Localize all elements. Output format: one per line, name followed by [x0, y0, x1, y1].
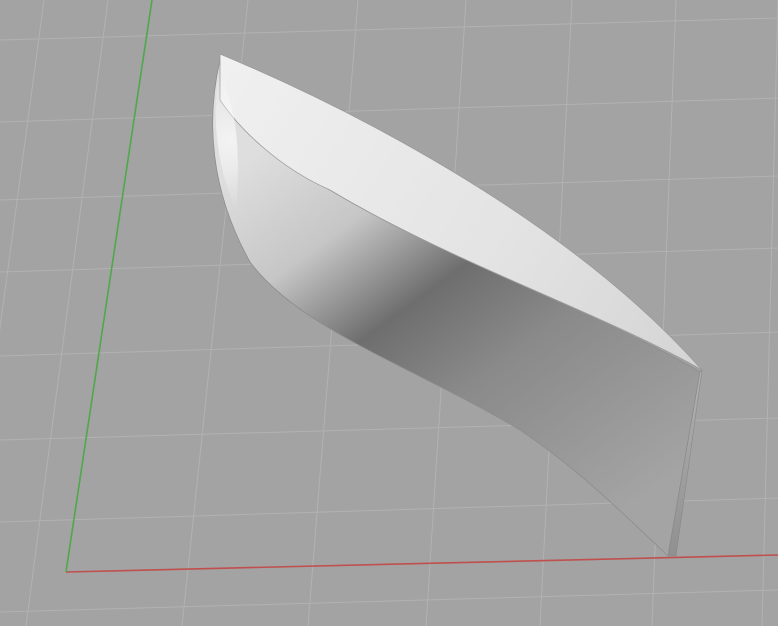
- grid-line: [0, 0, 45, 332]
- grid-line: [25, 0, 109, 626]
- grid-line: [0, 97, 778, 123]
- x-axis-line: [65, 554, 778, 573]
- 3d-viewport[interactable]: [0, 0, 778, 626]
- viewport-canvas[interactable]: [0, 0, 778, 626]
- grid-line: [0, 589, 778, 613]
- y-axis-line: [65, 0, 153, 573]
- grid-line: [761, 0, 778, 626]
- grid-line: [0, 17, 778, 41]
